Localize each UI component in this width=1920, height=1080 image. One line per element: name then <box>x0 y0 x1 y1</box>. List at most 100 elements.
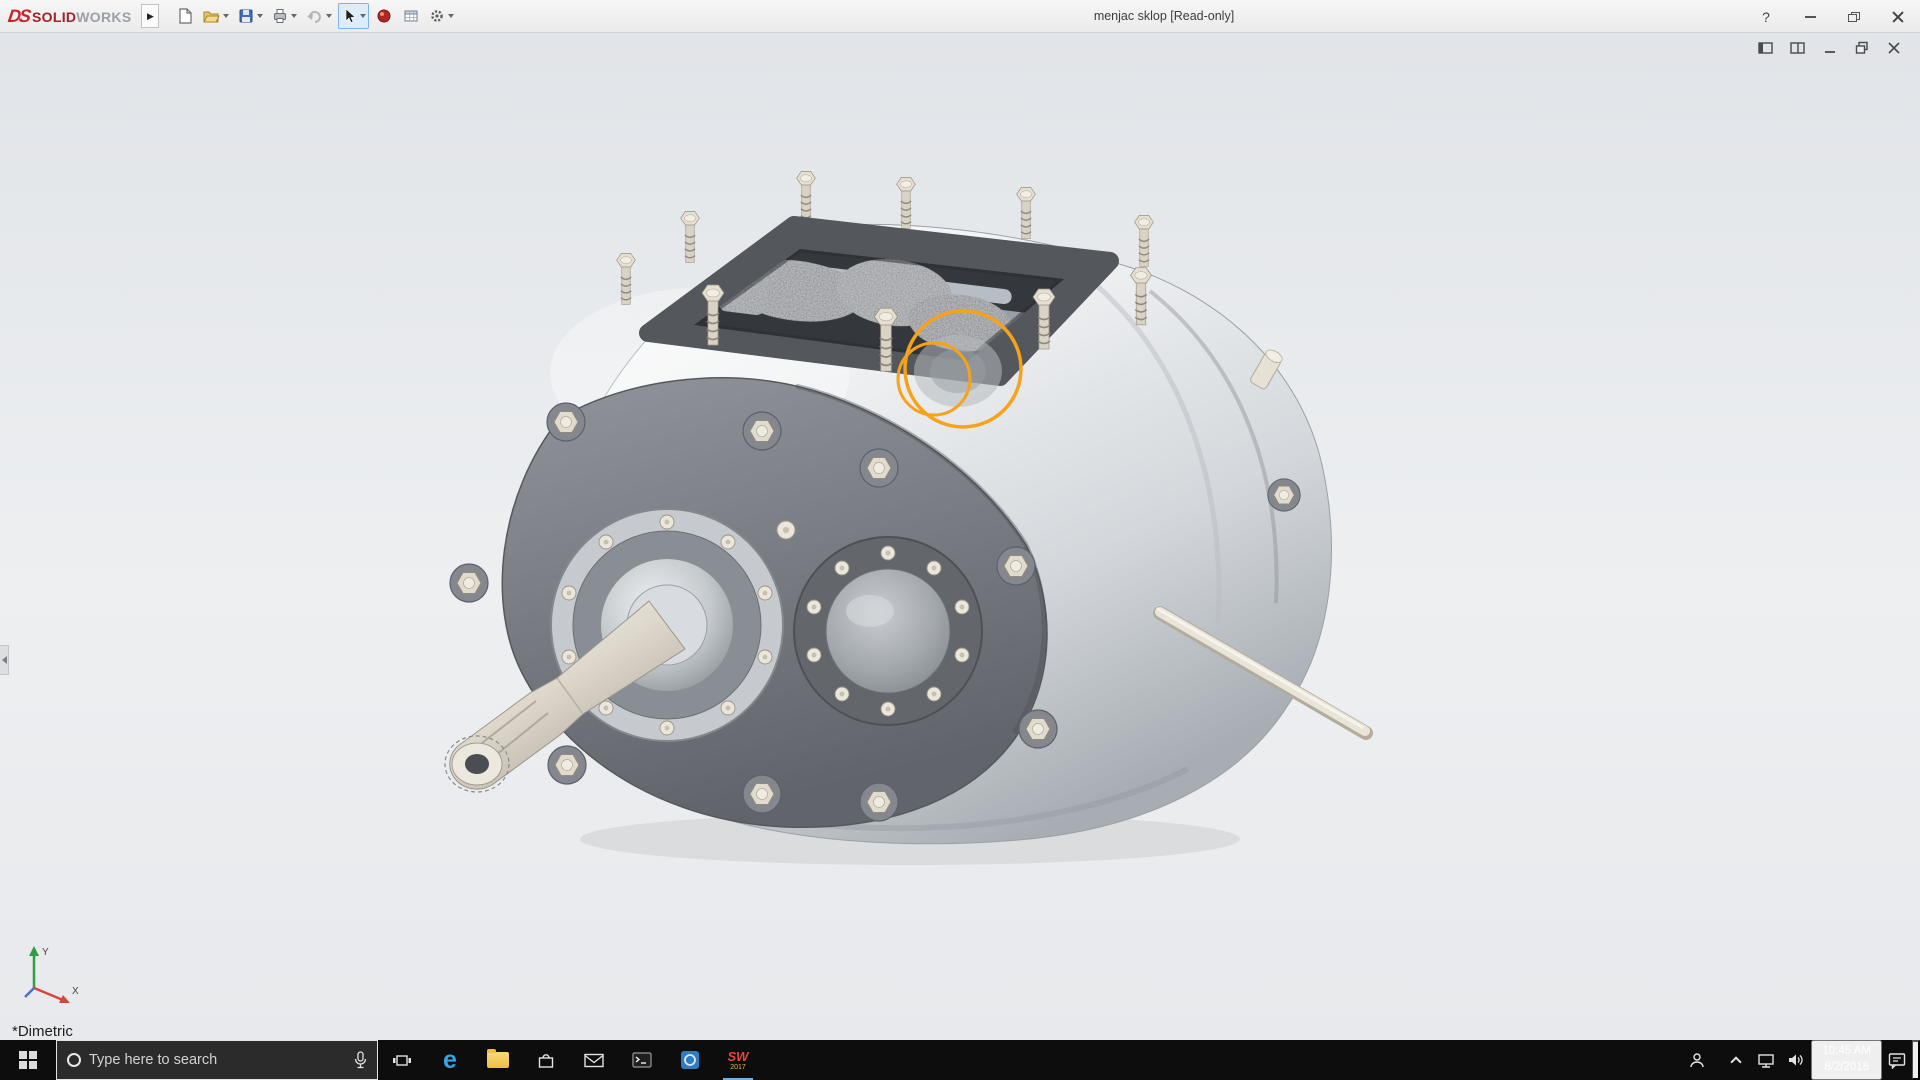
search-icon <box>67 1053 81 1067</box>
taskbar-search[interactable] <box>56 1040 378 1080</box>
z-axis-arrow-icon <box>24 987 35 998</box>
search-input[interactable] <box>89 1052 346 1068</box>
orientation-triad: Y X <box>24 946 79 1003</box>
edge-browser-button[interactable]: e <box>426 1040 474 1080</box>
doc-minimize-icon <box>1825 51 1835 53</box>
doc-close-button[interactable] <box>1884 39 1904 57</box>
select-cursor-icon <box>346 8 357 23</box>
doc-close-icon <box>1888 42 1900 54</box>
volume-icon <box>1789 1054 1804 1066</box>
maximize-button[interactable] <box>1832 0 1876 33</box>
start-button[interactable] <box>0 1040 56 1080</box>
quick-access-toolbar <box>173 3 457 29</box>
help-button[interactable]: ? <box>1744 0 1788 33</box>
command-prompt-button[interactable] <box>618 1040 666 1080</box>
doc-pane-button-1[interactable] <box>1756 39 1776 57</box>
network-button[interactable] <box>1751 1040 1781 1080</box>
blue-app-button[interactable] <box>666 1040 714 1080</box>
options-button[interactable] <box>426 3 457 29</box>
people-button[interactable] <box>1673 1040 1721 1080</box>
chevron-up-icon <box>1730 1055 1743 1068</box>
date-text: 8/2/2018 <box>1824 1061 1870 1073</box>
edge-icon: e <box>443 1045 457 1074</box>
brand-works-text: WORKS <box>76 8 132 25</box>
tray-overflow-button[interactable] <box>1721 1040 1751 1080</box>
window-pane-icon <box>1758 42 1773 54</box>
mail-envelope-icon <box>584 1053 604 1067</box>
solidworks-app-icon: SW 2017 <box>727 1048 749 1071</box>
design-table-button[interactable] <box>399 3 423 29</box>
y-axis-arrow-icon <box>29 946 39 956</box>
solidworks-logo: DS SOLID WORKS <box>0 6 141 27</box>
store-bag-icon <box>538 1053 554 1068</box>
graphics-area[interactable]: Y X *Dimetric <box>0 33 1920 1040</box>
doc-restore-icon <box>1855 41 1868 54</box>
flyout-arrow-icon: ▶ <box>147 10 154 21</box>
x-axis-label: X <box>72 986 79 997</box>
app-titlebar: DS SOLID WORKS ▶ menjac sklop [Read-only… <box>0 0 1920 33</box>
new-document-button[interactable] <box>173 3 197 29</box>
minimize-button[interactable] <box>1788 0 1832 33</box>
side-cover-dome[interactable] <box>793 536 983 726</box>
save-button[interactable] <box>235 3 266 29</box>
dropdown-arrow-icon[interactable] <box>326 14 333 18</box>
close-icon <box>1892 11 1904 23</box>
close-button[interactable] <box>1876 0 1920 33</box>
doc-pane-button-2[interactable] <box>1788 39 1808 57</box>
front-rim-bore[interactable] <box>914 335 1002 407</box>
save-floppy-icon <box>239 9 253 23</box>
appearance-button[interactable] <box>372 3 396 29</box>
doc-minimize-button[interactable] <box>1820 39 1840 57</box>
solidworks-app-button[interactable]: SW 2017 <box>714 1040 762 1080</box>
window-split-icon <box>1790 42 1805 54</box>
brand-solid-text: SOLID <box>32 8 77 25</box>
dropdown-arrow-icon[interactable] <box>291 14 298 18</box>
view-orientation-label: *Dimetric <box>12 1023 73 1040</box>
new-document-icon <box>179 8 193 24</box>
open-folder-icon <box>203 11 221 23</box>
action-center-button[interactable] <box>1882 1040 1912 1080</box>
select-tool-button[interactable] <box>338 3 370 29</box>
taskbar-clock[interactable]: 10:45 AM 8/2/2018 <box>1811 1040 1882 1080</box>
print-button[interactable] <box>269 3 300 29</box>
file-explorer-button[interactable] <box>474 1040 522 1080</box>
task-view-button[interactable] <box>378 1040 426 1080</box>
solidworks-ds-glyph: DS <box>6 5 31 26</box>
dropdown-arrow-icon[interactable] <box>257 14 264 18</box>
document-window-controls <box>1756 39 1904 57</box>
window-controls: ? <box>1744 0 1920 33</box>
menu-flyout-button[interactable]: ▶ <box>141 4 160 28</box>
volume-button[interactable] <box>1781 1040 1811 1080</box>
dropdown-arrow-icon[interactable] <box>360 14 367 18</box>
windows-taskbar: e SW 2017 <box>0 1040 1920 1080</box>
windows-logo-icon <box>19 1051 37 1069</box>
undo-button[interactable] <box>303 3 335 29</box>
collapse-arrow-icon <box>1 656 7 664</box>
open-document-button[interactable] <box>200 3 232 29</box>
microphone-icon[interactable] <box>354 1051 367 1069</box>
appearance-ball-icon <box>377 9 391 23</box>
task-view-icon <box>393 1054 411 1066</box>
mail-button[interactable] <box>570 1040 618 1080</box>
time-text: 10:45 AM <box>1822 1045 1871 1058</box>
system-tray: 10:45 AM 8/2/2018 <box>1673 1040 1920 1080</box>
folder-icon <box>487 1049 509 1068</box>
undo-arrow-icon <box>307 11 322 23</box>
y-axis-label: Y <box>42 947 49 958</box>
dropdown-arrow-icon[interactable] <box>223 14 230 18</box>
restore-icon <box>1848 11 1860 22</box>
gear-icon <box>431 10 444 22</box>
panel-collapse-arrow[interactable] <box>0 645 9 675</box>
table-grid-icon <box>404 10 418 22</box>
console-window-icon <box>632 1052 652 1068</box>
window-title: menjac sklop [Read-only] <box>1093 9 1235 23</box>
notification-icon <box>1888 1052 1906 1069</box>
doc-restore-button[interactable] <box>1852 39 1872 57</box>
network-icon <box>1758 1053 1775 1068</box>
help-icon: ? <box>1762 8 1770 25</box>
gearbox-3d-model[interactable] <box>0 33 1920 1040</box>
show-desktop-button[interactable] <box>1912 1040 1920 1080</box>
store-button[interactable] <box>522 1040 570 1080</box>
people-icon <box>1690 1053 1705 1068</box>
dropdown-arrow-icon[interactable] <box>448 14 455 18</box>
